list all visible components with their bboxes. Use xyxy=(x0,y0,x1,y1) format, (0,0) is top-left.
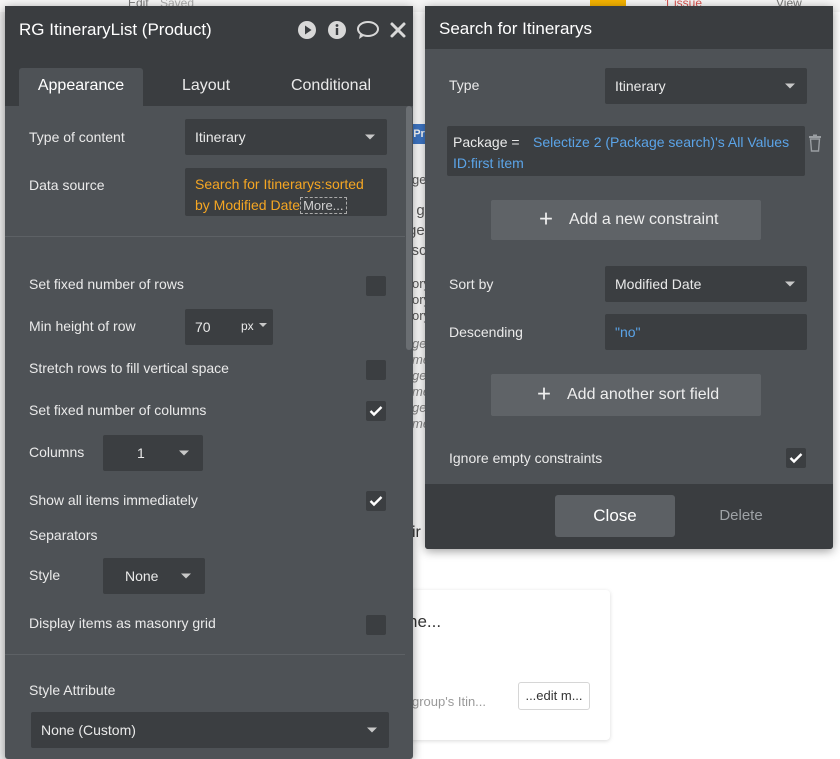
min-height-input[interactable]: 70 px xyxy=(185,309,273,345)
style-label: Style xyxy=(29,567,61,583)
columns-label: Columns xyxy=(29,444,85,460)
add-sort-field-label: Add another sort field xyxy=(567,386,720,403)
search-popover: Search for Itinerarys Type Itinerary Pac… xyxy=(425,6,833,549)
data-source-label: Data source xyxy=(29,177,105,193)
sort-by-label: Sort by xyxy=(449,276,494,292)
tab-layout[interactable]: Layout xyxy=(155,68,257,106)
more-link[interactable]: More... xyxy=(300,197,347,214)
chevron-down-icon xyxy=(365,134,375,140)
check-icon xyxy=(369,406,383,417)
scrollbar[interactable] xyxy=(406,106,412,350)
tab-appearance[interactable]: Appearance xyxy=(19,68,143,106)
plus-icon: + xyxy=(537,380,552,408)
divider xyxy=(5,236,405,237)
tab-bar: Appearance Layout Conditional xyxy=(5,52,413,106)
type-label: Type xyxy=(449,77,480,93)
edit-button[interactable]: ...edit m... xyxy=(518,682,590,710)
type-value: Itinerary xyxy=(615,78,666,94)
unit-selector[interactable]: px xyxy=(241,319,254,333)
separators-label: Separators xyxy=(29,527,98,543)
constraint-row[interactable]: Package = Selectize 2 (Package search)'s… xyxy=(447,126,805,176)
data-source-line-2: by Modified Date xyxy=(195,197,301,213)
type-dropdown[interactable]: Itinerary xyxy=(605,68,807,104)
masonry-label: Display items as masonry grid xyxy=(29,615,216,631)
ignore-empty-label: Ignore empty constraints xyxy=(449,450,603,466)
show-all-label: Show all items immediately xyxy=(29,492,198,508)
chevron-down-icon xyxy=(785,83,795,89)
add-sort-field-button[interactable]: + Add another sort field xyxy=(491,374,761,416)
fixed-columns-checkbox[interactable] xyxy=(366,401,386,421)
fixed-rows-checkbox[interactable] xyxy=(366,276,386,296)
stretch-rows-checkbox[interactable] xyxy=(366,360,386,380)
ignore-empty-checkbox[interactable] xyxy=(786,448,806,468)
cell-source: group's Itin... xyxy=(412,694,487,709)
constraint-field[interactable]: Package = xyxy=(453,134,520,150)
play-icon[interactable] xyxy=(297,20,317,40)
close-label: Close xyxy=(593,506,637,525)
columns-value: 1 xyxy=(137,445,145,461)
canvas-text: ir xyxy=(412,524,421,541)
info-icon[interactable] xyxy=(327,20,347,40)
stretch-rows-label: Stretch rows to fill vertical space xyxy=(29,360,229,376)
columns-dropdown[interactable]: 1 xyxy=(103,435,203,471)
comment-icon[interactable] xyxy=(356,20,380,40)
close-button[interactable]: Close xyxy=(555,495,675,537)
panel-header: RG ItineraryList (Product) xyxy=(5,6,413,52)
property-editor-panel: RG ItineraryList (Product) Appearance La… xyxy=(5,6,413,759)
constraint-value-line-2[interactable]: ID:first item xyxy=(453,155,524,171)
add-constraint-label: Add a new constraint xyxy=(569,211,719,228)
chevron-down-icon xyxy=(785,281,795,287)
type-of-content-label: Type of content xyxy=(29,129,125,145)
constraint-value-line-1[interactable]: Selectize 2 (Package search)'s All Value… xyxy=(533,134,789,150)
chevron-down-icon xyxy=(259,323,267,327)
plus-icon: + xyxy=(539,205,554,233)
descending-value: "no" xyxy=(615,324,641,340)
divider xyxy=(5,654,405,655)
close-icon[interactable] xyxy=(388,20,408,40)
data-source-expression[interactable]: Search for Itinerarys:sorted by Modified… xyxy=(185,168,387,216)
type-of-content-dropdown[interactable]: Itinerary xyxy=(185,119,387,155)
repeating-group-cell[interactable]: ne... group's Itin... ...edit m... xyxy=(390,590,610,740)
fixed-rows-label: Set fixed number of rows xyxy=(29,276,184,292)
chevron-down-icon xyxy=(367,727,377,733)
min-height-value: 70 xyxy=(195,319,211,335)
panel-title: RG ItineraryList (Product) xyxy=(19,20,212,39)
popover-title: Search for Itinerarys xyxy=(439,19,593,38)
chevron-down-icon xyxy=(181,573,191,579)
check-icon xyxy=(789,453,803,464)
add-constraint-button[interactable]: + Add a new constraint xyxy=(491,200,761,240)
tab-conditional[interactable]: Conditional xyxy=(267,68,395,106)
sort-by-value: Modified Date xyxy=(615,276,702,292)
fixed-columns-label: Set fixed number of columns xyxy=(29,402,207,418)
style-attribute-label: Style Attribute xyxy=(29,682,116,698)
min-height-label: Min height of row xyxy=(29,318,136,334)
style-attribute-value: None (Custom) xyxy=(41,722,136,738)
descending-label: Descending xyxy=(449,324,523,340)
popover-footer: Close Delete xyxy=(425,484,833,549)
show-all-checkbox[interactable] xyxy=(366,491,386,511)
chevron-down-icon xyxy=(179,450,189,456)
data-source-line-1: Search for Itinerarys:sorted xyxy=(195,176,364,192)
sort-by-dropdown[interactable]: Modified Date xyxy=(605,266,807,302)
descending-field[interactable]: "no" xyxy=(605,314,807,350)
separator-style-dropdown[interactable]: None xyxy=(103,558,205,594)
popover-header: Search for Itinerarys xyxy=(425,6,833,49)
check-icon xyxy=(369,496,383,507)
style-attribute-dropdown[interactable]: None (Custom) xyxy=(31,712,389,748)
delete-button[interactable]: Delete xyxy=(695,495,787,537)
separator-style-value: None xyxy=(125,568,159,584)
type-of-content-value: Itinerary xyxy=(195,129,246,145)
masonry-checkbox[interactable] xyxy=(366,615,386,635)
trash-icon[interactable] xyxy=(807,134,823,152)
